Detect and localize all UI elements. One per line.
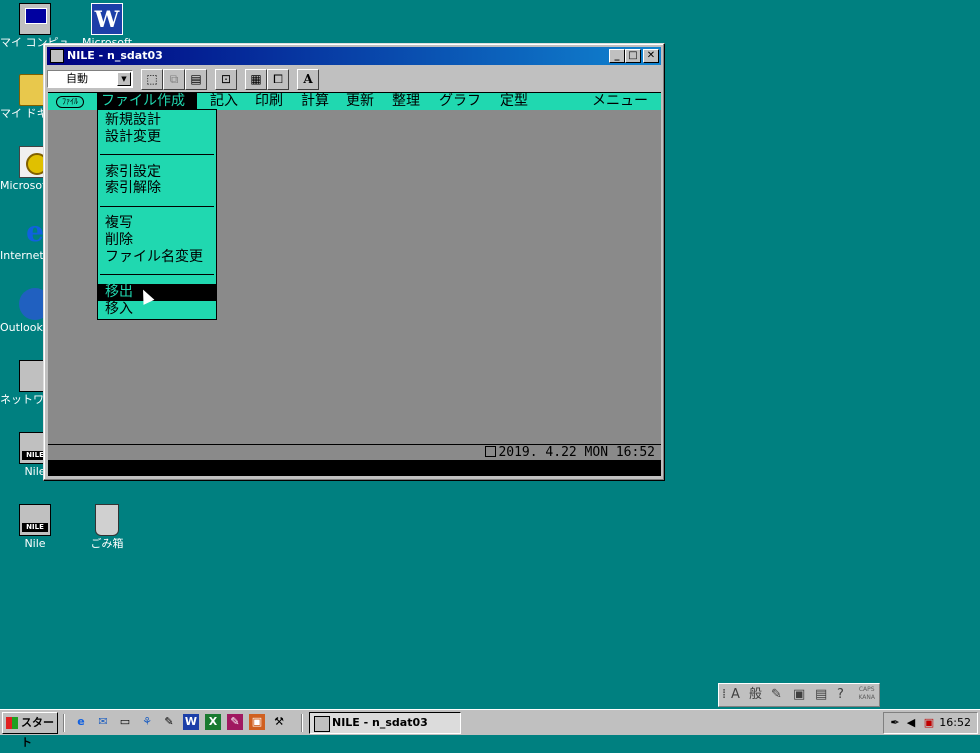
menu-update[interactable]: 更新 (346, 93, 374, 110)
ie-quicklaunch-icon[interactable]: e (73, 714, 89, 730)
menu-item-index-set[interactable]: 索引設定 (98, 164, 216, 181)
window-title: NILE - n_sdat03 (67, 49, 163, 62)
access-quicklaunch-icon[interactable]: ✎ (227, 714, 243, 730)
copy-icon: ⧉ (169, 72, 179, 86)
start-button[interactable]: スタート (2, 712, 58, 749)
chevron-down-icon[interactable]: ▼ (117, 72, 131, 86)
menu-calculate[interactable]: 計算 (301, 93, 329, 110)
caps-label: CAPS (858, 686, 875, 693)
desktop-icon-recycle-bin[interactable]: ごみ箱 (72, 504, 142, 550)
maximize-button[interactable]: □ (625, 49, 641, 63)
help-icon[interactable]: ? (837, 687, 844, 703)
menu-item-index-release[interactable]: 索引解除 (98, 180, 216, 197)
menu-separator (100, 206, 214, 207)
fullscreen-icon: ⊡ (220, 72, 232, 86)
desktop-icon-label: ごみ箱 (90, 538, 124, 550)
clock[interactable]: 16:52 (939, 713, 971, 733)
menu-file-create[interactable]: ファイル作成 (97, 93, 197, 110)
menu-separator (100, 274, 214, 275)
status-datetime: 2019. 4.22 MON 16:52 (485, 445, 655, 461)
taskbar-separator (63, 714, 65, 732)
excel-quicklaunch-icon[interactable]: X (205, 714, 221, 730)
task-button-nile[interactable]: NILE - n_sdat03 (309, 712, 461, 734)
outlook-express-quicklaunch-icon[interactable]: ✉ (95, 714, 111, 730)
paste-icon: ▤ (190, 72, 202, 86)
select-button[interactable]: ⬚ (141, 69, 163, 90)
font-size-value: 自動 (66, 72, 88, 85)
minimize-button[interactable]: _ (609, 49, 625, 63)
channels-icon[interactable]: ⚘ (139, 714, 155, 730)
caps-kana-indicator: CAPS KANA (858, 686, 875, 702)
tools-quicklaunch-icon[interactable]: ⚒ (271, 714, 287, 730)
font-button[interactable]: A (297, 69, 319, 90)
font-icon: A (303, 72, 313, 86)
properties-icon: ▦ (250, 72, 262, 86)
word-quicklaunch-icon[interactable]: W (183, 714, 199, 730)
close-button[interactable]: ✕ (643, 49, 659, 63)
input-mode-icon[interactable]: A (731, 687, 740, 703)
word-icon: W (91, 3, 123, 35)
fullscreen-button[interactable]: ⊡ (215, 69, 237, 90)
app-icon[interactable] (50, 49, 64, 63)
terminal-screen: ﾌｧｲﾙ ファイル作成 記入 印刷 計算 更新 整理 グラフ 定型 メニュー 2… (48, 92, 661, 476)
taskbar: スタート e ✉ ▭ ⚘ ✎ W X ✎ ▣ ⚒ NILE - n_sdat03… (0, 709, 980, 749)
toolbar: 自動 ▼ ⬚ ⧉ ▤ ⊡ ▦ ⧠ A (47, 68, 661, 90)
ime-tool-icon[interactable]: ✎ (771, 687, 782, 703)
ime-toolbar: ⁞ A 般 ✎ ▣ ▤ ? CAPS KANA (718, 683, 880, 707)
menu-item-export[interactable]: 移出 (98, 284, 216, 301)
pen-icon[interactable]: ✒ (888, 715, 902, 731)
show-desktop-icon[interactable]: ▭ (117, 714, 133, 730)
menu-main[interactable]: メニュー (592, 93, 648, 110)
ime-dictionary-icon[interactable]: ▤ (815, 687, 827, 703)
computer-icon (19, 3, 51, 35)
ime-grip-icon[interactable]: ⁞ (722, 687, 726, 703)
safe-remove-icon[interactable]: ▣ (922, 715, 936, 731)
edit-icon[interactable]: ✎ (161, 714, 177, 730)
desktop-icon-label: Nile (24, 538, 46, 550)
title-bar[interactable]: NILE - n_sdat03 _ □ ✕ (47, 47, 661, 65)
paste-button[interactable]: ▤ (185, 69, 207, 90)
menu-separator (100, 154, 214, 155)
powerpoint-quicklaunch-icon[interactable]: ▣ (249, 714, 265, 730)
menu-item-copy[interactable]: 複写 (98, 215, 216, 232)
kana-label: KANA (858, 694, 875, 701)
menu-item-delete[interactable]: 削除 (98, 232, 216, 249)
menu-organize[interactable]: 整理 (392, 93, 420, 110)
status-line: 2019. 4.22 MON 16:52 (48, 444, 661, 460)
menu-print[interactable]: 印刷 (255, 93, 283, 110)
menu-bar: ﾌｧｲﾙ ファイル作成 記入 印刷 計算 更新 整理 グラフ 定型 メニュー (48, 93, 661, 110)
desktop-icon-nile-2[interactable]: NILE Nile (0, 504, 70, 550)
recycle-bin-icon (95, 504, 119, 536)
conversion-mode-icon[interactable]: 般 (749, 687, 762, 703)
menu-item-design-change[interactable]: 設計変更 (98, 129, 216, 146)
marquee-icon: ⬚ (146, 72, 158, 86)
volume-icon[interactable]: ◀ (904, 715, 918, 731)
menu-entry[interactable]: 記入 (210, 93, 238, 110)
copy-button[interactable]: ⧉ (163, 69, 185, 90)
menu-item-import[interactable]: 移入 (98, 301, 216, 318)
window-button[interactable]: ⧠ (267, 69, 289, 90)
taskbar-separator (301, 714, 303, 732)
font-size-select[interactable]: 自動 ▼ (47, 70, 133, 88)
menu-template[interactable]: 定型 (500, 93, 528, 110)
system-tray: ✒ ◀ ▣ 16:52 (883, 712, 978, 734)
file-chip[interactable]: ﾌｧｲﾙ (56, 96, 84, 108)
menu-graph[interactable]: グラフ (439, 93, 481, 110)
window-icon: ⧠ (273, 72, 283, 86)
properties-button[interactable]: ▦ (245, 69, 267, 90)
nile-window: NILE - n_sdat03 _ □ ✕ 自動 ▼ ⬚ ⧉ ▤ ⊡ ▦ ⧠ A… (43, 43, 665, 481)
file-create-dropdown: 新規設計 設計変更 索引設定 索引解除 複写 削除 ファイル名変更 移出 移入 (97, 109, 217, 320)
nile-icon: NILE (19, 504, 51, 536)
menu-item-rename-file[interactable]: ファイル名変更 (98, 249, 216, 266)
menu-item-new-design[interactable]: 新規設計 (98, 112, 216, 129)
ime-pad-icon[interactable]: ▣ (793, 687, 805, 703)
